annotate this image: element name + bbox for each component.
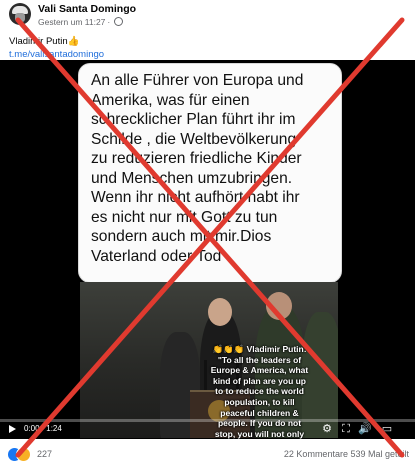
engagement-stats[interactable]: 22 Kommentare 539 Mal geteilt [284, 449, 409, 459]
avatar[interactable] [9, 3, 31, 25]
clap-emoji: 👏👏👏 [212, 344, 245, 354]
caption-text: Vladimir Putin👍 [9, 36, 80, 47]
gear-icon[interactable]: ⚙ [320, 422, 334, 436]
volume-icon[interactable]: 🔊 [358, 422, 372, 436]
video-player[interactable]: An alle Führer von Europa und Amerika, w… [0, 60, 415, 439]
wow-reaction-icon [16, 447, 31, 462]
mini-player-icon[interactable]: ▭ [380, 422, 394, 436]
video-controls: 0:00 / 1:24 ⚙ ⛶ 🔊 ▭ [0, 419, 415, 439]
fullscreen-icon[interactable]: ⛶ [339, 422, 353, 436]
globe-icon [114, 17, 124, 26]
card-text: An alle Führer von Europa und Amerika, w… [91, 72, 304, 265]
avatar-face-shape [15, 13, 25, 22]
post-caption: Vladimir Putin👍 t.me/valisantadomingo [9, 35, 104, 61]
post-meta: Gestern um 11:27 · [38, 17, 124, 27]
post-footer: 227 22 Kommentare 539 Mal geteilt [0, 445, 415, 465]
author-name[interactable]: Vali Santa Domingo [38, 3, 136, 15]
scene-head [208, 298, 232, 326]
video-time: 0:00 / 1:24 [24, 424, 62, 433]
reactions-count[interactable]: 227 [37, 449, 52, 459]
post-timestamp[interactable]: Gestern um 11:27 [38, 17, 105, 27]
play-icon[interactable] [9, 425, 16, 433]
meta-separator: · [107, 17, 111, 27]
scene-head [266, 292, 292, 320]
post-header: Vali Santa Domingo Gestern um 11:27 · [0, 0, 415, 30]
